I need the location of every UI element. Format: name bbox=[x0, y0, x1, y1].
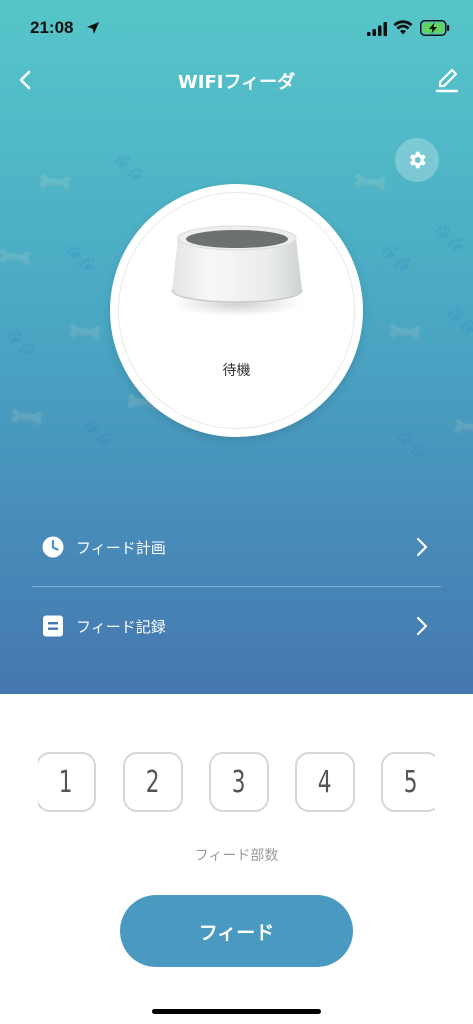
edit-button[interactable] bbox=[434, 66, 460, 94]
portion-label: フィード部数 bbox=[194, 848, 279, 864]
nav-bar: WIFIフィーダ bbox=[0, 58, 473, 102]
settings-button[interactable] bbox=[395, 138, 439, 182]
paw-decoration-icon: 🐾 bbox=[395, 430, 428, 460]
page-title: WIFIフィーダ bbox=[177, 72, 296, 93]
bone-decoration-icon: 🦴 bbox=[449, 406, 473, 450]
portion-option-5[interactable]: 5 bbox=[381, 752, 435, 812]
bone-decoration-icon: 🦴 bbox=[64, 311, 109, 355]
feeder-bowl-icon bbox=[171, 225, 303, 316]
location-arrow-icon bbox=[87, 22, 99, 34]
paw-decoration-icon: 🐾 bbox=[64, 243, 97, 273]
bone-decoration-icon: 🦴 bbox=[6, 396, 51, 440]
feeder-header-panel: 🦴 🐾 🦴 🐾 🦴 🐾 🐾 🐾 🦴 🦴 🐾 🦴 🐾 🦴 🐾 🦴 21:08 WI… bbox=[0, 0, 473, 694]
chevron-right-icon bbox=[416, 616, 428, 636]
home-indicator[interactable] bbox=[152, 1009, 321, 1014]
bone-decoration-icon: 🦴 bbox=[34, 161, 79, 205]
paw-decoration-icon: 🐾 bbox=[445, 306, 473, 336]
bone-decoration-icon: 🦴 bbox=[349, 161, 394, 205]
paw-decoration-icon: 🐾 bbox=[380, 243, 413, 273]
status-time: 21:08 bbox=[30, 18, 74, 37]
feeder-status-text: 待機 bbox=[222, 363, 251, 379]
portion-option-1[interactable]: 1 bbox=[38, 752, 96, 812]
portion-selector: 1 2 3 4 5 bbox=[38, 752, 435, 814]
chevron-right-icon bbox=[416, 537, 428, 557]
paw-decoration-icon: 🐾 bbox=[112, 153, 145, 183]
portion-option-4[interactable]: 4 bbox=[295, 752, 355, 812]
cellular-signal-icon bbox=[367, 22, 387, 36]
paw-decoration-icon: 🐾 bbox=[433, 223, 466, 253]
record-icon bbox=[43, 615, 63, 637]
feeder-status-circle[interactable]: 待機 bbox=[110, 184, 363, 437]
feed-record-row[interactable]: フィード記録 bbox=[32, 587, 441, 665]
paw-decoration-icon: 🐾 bbox=[4, 328, 37, 358]
battery-charging-icon bbox=[420, 20, 450, 36]
feed-button[interactable]: フィード bbox=[120, 895, 353, 967]
paw-decoration-icon: 🐾 bbox=[82, 418, 115, 448]
clock-icon bbox=[42, 536, 64, 558]
feed-plan-label: フィード計画 bbox=[76, 538, 166, 557]
portion-option-3[interactable]: 3 bbox=[209, 752, 269, 812]
gear-icon bbox=[409, 151, 426, 169]
bone-decoration-icon: 🦴 bbox=[384, 311, 429, 355]
status-bar: 21:08 bbox=[0, 0, 473, 58]
feed-record-label: フィード記録 bbox=[76, 617, 166, 636]
wifi-icon bbox=[393, 20, 413, 35]
portion-option-2[interactable]: 2 bbox=[123, 752, 183, 812]
bone-decoration-icon: 🦴 bbox=[0, 236, 39, 280]
feed-plan-row[interactable]: フィード計画 bbox=[32, 508, 441, 586]
